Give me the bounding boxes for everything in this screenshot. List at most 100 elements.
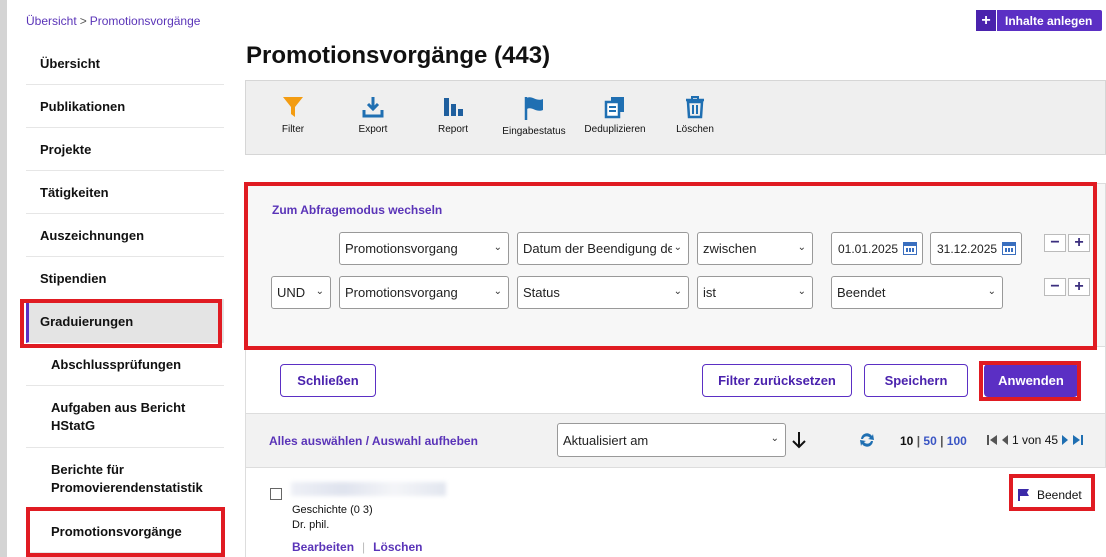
sidebar-item-abschlusspruefungen[interactable]: Abschlussprüfungen xyxy=(26,343,224,386)
sidebar-item-label: Stipendien xyxy=(40,270,107,286)
row2-entity-select[interactable]: Promotionsvorgang ⌄ xyxy=(339,276,509,309)
report-label: Report xyxy=(437,124,468,135)
save-filter-button[interactable]: Speichern xyxy=(864,364,968,397)
sidebar-item-graduierungen[interactable]: Graduierungen xyxy=(26,300,224,343)
select-all-link[interactable]: Alles auswählen / Auswahl aufheben xyxy=(269,434,478,448)
sidebar-item-taetigkeiten[interactable]: Tätigkeiten xyxy=(26,171,224,214)
apply-filter-button[interactable]: Anwenden xyxy=(984,364,1078,397)
download-icon xyxy=(362,97,384,118)
page-size-100[interactable]: 100 xyxy=(947,434,967,448)
flag-icon xyxy=(524,97,543,120)
row1-field-select[interactable]: Datum der Beendigung des ⌄ xyxy=(517,232,689,265)
trash-icon xyxy=(686,96,704,119)
deduplizieren-label: Deduplizieren xyxy=(584,124,646,135)
reset-filter-button[interactable]: Filter zurücksetzen xyxy=(702,364,852,397)
sidebar-item-stipendien[interactable]: Stipendien xyxy=(26,257,224,300)
sidebar-item-auszeichnungen[interactable]: Auszeichnungen xyxy=(26,214,224,257)
record-edit-link[interactable]: Bearbeiten xyxy=(292,540,354,554)
page-size-50[interactable]: 50 xyxy=(923,434,936,448)
record-checkbox[interactable] xyxy=(270,488,282,500)
sidebar-item-aufgaben-hstatg[interactable]: Aufgaben aus Bericht HStatG xyxy=(26,386,224,448)
breadcrumb-root[interactable]: Übersicht xyxy=(26,14,77,28)
row1-entity-value: Promotionsvorgang xyxy=(345,241,458,256)
prev-page-icon[interactable] xyxy=(1001,434,1009,446)
bar-chart-icon xyxy=(444,98,463,116)
query-mode-link[interactable]: Zum Abfragemodus wechseln xyxy=(272,203,442,217)
pagination: 1 von 45 xyxy=(986,433,1084,447)
next-page-icon[interactable] xyxy=(1061,434,1069,446)
sidebar-item-publikationen[interactable]: Publikationen xyxy=(26,85,224,128)
row2-add-button[interactable]: + xyxy=(1068,278,1090,296)
row2-value-value: Beendet xyxy=(837,285,886,300)
sidebar-item-promotionsvorgaenge[interactable]: Promotionsvorgänge xyxy=(26,510,224,553)
add-content-label: Inhalte anlegen xyxy=(1005,13,1093,28)
left-edge-strip xyxy=(0,0,7,557)
filter-label: Filter xyxy=(281,124,305,135)
sidebar-item-berichte-promovierendenstatistik[interactable]: Berichte für Promovierendenstatistik xyxy=(26,448,224,510)
sort-direction-icon[interactable] xyxy=(792,431,806,449)
record-actions: Bearbeiten | Löschen xyxy=(292,540,423,554)
sidebar-item-projekte[interactable]: Projekte xyxy=(26,128,224,171)
sidebar-item-label: Aufgaben aus Bericht HStatG xyxy=(51,399,186,433)
date-to-value: 31.12.2025 xyxy=(937,241,998,256)
row1-add-button[interactable]: + xyxy=(1068,234,1090,252)
sidebar-item-label: Publikationen xyxy=(40,98,126,114)
add-content-button[interactable]: + Inhalte anlegen xyxy=(976,10,1103,31)
funnel-icon xyxy=(283,97,303,117)
report-button[interactable]: Report xyxy=(416,95,490,135)
sort-select[interactable]: Aktualisiert am ⌄ xyxy=(557,423,786,457)
page-title: Promotionsvorgänge (443) xyxy=(246,42,551,69)
row2-entity-value: Promotionsvorgang xyxy=(345,285,458,300)
record-subject: Geschichte (0 3) xyxy=(292,504,373,516)
date-to-input[interactable]: 31.12.2025 xyxy=(930,232,1022,265)
chevron-down-icon: ⌄ xyxy=(987,286,996,297)
row2-remove-button[interactable]: − xyxy=(1044,278,1066,296)
row2-field-select[interactable]: Status ⌄ xyxy=(517,276,689,309)
row1-operator-select[interactable]: zwischen ⌄ xyxy=(697,232,813,265)
refresh-icon[interactable] xyxy=(858,431,876,449)
date-from-input[interactable]: 01.01.2025 xyxy=(831,232,923,265)
export-label: Export xyxy=(358,124,388,135)
sidebar-item-label: Projekte xyxy=(40,141,92,157)
list-item: Geschichte (0 3) Dr. phil. Bearbeiten | … xyxy=(245,468,1106,557)
row1-entity-select[interactable]: Promotionsvorgang ⌄ xyxy=(339,232,509,265)
flag-icon xyxy=(1018,489,1029,501)
row1-remove-button[interactable]: − xyxy=(1044,234,1066,252)
row2-field-value: Status xyxy=(523,285,560,300)
row2-operator-select[interactable]: ist ⌄ xyxy=(697,276,813,309)
sidebar-item-label: Übersicht xyxy=(40,55,100,71)
list-controls: Alles auswählen / Auswahl aufheben Aktua… xyxy=(245,413,1106,468)
sidebar-item-label: Auszeichnungen xyxy=(40,227,145,243)
chevron-down-icon: ⌄ xyxy=(493,242,502,253)
link-divider: | xyxy=(362,540,366,554)
row2-operator-value: ist xyxy=(703,285,716,300)
date-from-value: 01.01.2025 xyxy=(838,241,899,256)
page-size-10[interactable]: 10 xyxy=(900,434,913,448)
last-page-icon[interactable] xyxy=(1072,434,1084,446)
chevron-down-icon: ⌄ xyxy=(797,242,806,253)
first-page-icon[interactable] xyxy=(986,434,998,446)
eingabestatus-button[interactable]: Eingabestatus xyxy=(497,95,571,137)
chevron-down-icon: ⌄ xyxy=(770,433,779,444)
row1-field-value: Datum der Beendigung des xyxy=(523,241,682,256)
loeschen-button[interactable]: Löschen xyxy=(658,95,732,135)
page-size-options: 10 | 50 | 100 xyxy=(900,434,967,448)
sidebar-item-uebersicht[interactable]: Übersicht xyxy=(26,42,224,85)
row2-logic-select[interactable]: UND ⌄ xyxy=(271,276,331,309)
close-filter-button[interactable]: Schließen xyxy=(280,364,376,397)
breadcrumb-current[interactable]: Promotionsvorgänge xyxy=(90,14,201,28)
record-delete-link[interactable]: Löschen xyxy=(373,540,422,554)
loeschen-label: Löschen xyxy=(676,124,714,135)
export-button[interactable]: Export xyxy=(336,95,410,135)
breadcrumb-separator: > xyxy=(79,14,87,28)
row2-value-select[interactable]: Beendet ⌄ xyxy=(831,276,1003,309)
eingabestatus-label: Eingabestatus xyxy=(502,126,566,137)
sidebar-item-label: Promotionsvorgänge xyxy=(51,523,182,539)
calendar-icon[interactable] xyxy=(1002,242,1016,255)
sort-value: Aktualisiert am xyxy=(563,432,649,448)
chevron-down-icon: ⌄ xyxy=(797,286,806,297)
filter-button[interactable]: Filter xyxy=(256,95,330,135)
row1-operator-value: zwischen xyxy=(703,241,757,256)
calendar-icon[interactable] xyxy=(903,242,917,255)
deduplizieren-button[interactable]: Deduplizieren xyxy=(578,95,652,135)
